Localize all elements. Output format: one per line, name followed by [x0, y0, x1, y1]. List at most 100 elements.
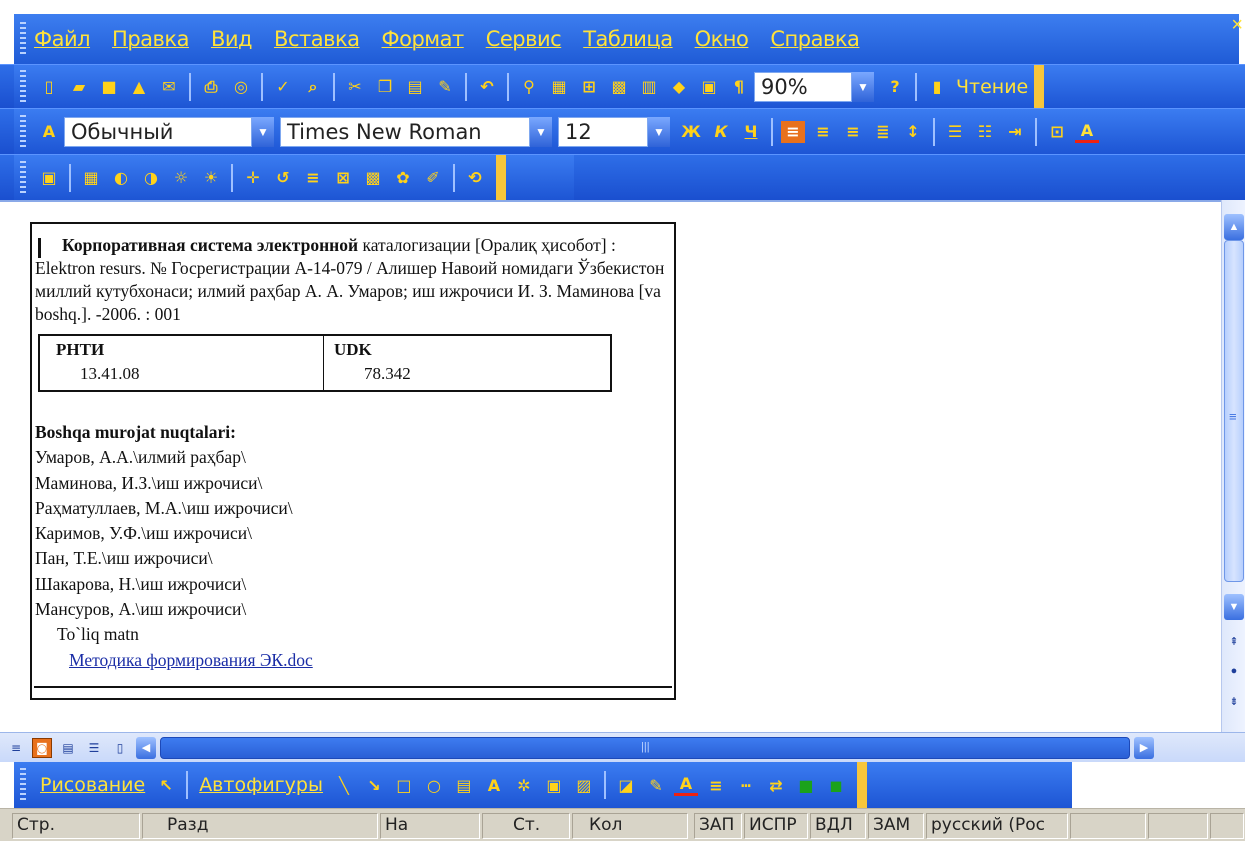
rectangle-icon[interactable]: □ — [392, 774, 416, 796]
line-color-icon[interactable]: ✎ — [644, 774, 668, 796]
contrast-more-icon[interactable]: ◐ — [109, 167, 133, 189]
menu-help[interactable]: Справка — [770, 27, 860, 51]
font-color-icon[interactable]: A — [1075, 121, 1099, 143]
scroll-left-icon[interactable]: ◀ — [136, 736, 156, 759]
diagram-icon[interactable]: ✲ — [512, 774, 536, 796]
copy-icon[interactable]: ❐ — [373, 76, 397, 98]
font-size-dropdown-chevron-icon[interactable]: ▼ — [648, 116, 670, 147]
horizontal-scroll-thumb[interactable] — [160, 736, 1130, 759]
brightness-less-icon[interactable]: ☀ — [199, 167, 223, 189]
draw-menu-button[interactable]: Рисование — [40, 774, 145, 796]
status-trk[interactable]: ИСПР — [744, 813, 808, 839]
zoom-select[interactable]: 90% — [754, 71, 852, 102]
font-color-icon[interactable]: A — [673, 774, 698, 796]
previous-page-icon[interactable]: ⇞ — [1224, 628, 1244, 654]
font-size-select[interactable]: 12 — [558, 116, 648, 147]
pilcrow-icon[interactable]: ¶ — [727, 76, 751, 98]
drawing-toggle-icon[interactable]: ◆ — [667, 76, 691, 98]
brightness-more-icon[interactable]: ☼ — [169, 167, 193, 189]
format-picture-icon[interactable]: ✿ — [391, 167, 415, 189]
numbering-icon[interactable]: ☰ — [943, 121, 967, 143]
toolbar-options-icon[interactable] — [856, 762, 867, 808]
scroll-right-icon[interactable]: ▶ — [1134, 736, 1154, 759]
cut-icon[interactable]: ✂ — [343, 76, 367, 98]
toolbar-options-icon[interactable] — [496, 154, 506, 201]
styles-pane-icon[interactable]: A — [37, 121, 61, 143]
reading-layout-icon[interactable]: ▯ — [110, 738, 130, 758]
contrast-less-icon[interactable]: ◑ — [139, 167, 163, 189]
open-folder-icon[interactable]: ▰ — [67, 76, 91, 98]
bullets-icon[interactable]: ☷ — [973, 121, 997, 143]
justify-icon[interactable]: ≣ — [871, 121, 895, 143]
print-icon[interactable]: ⎙ — [199, 76, 223, 98]
menu-format[interactable]: Формат — [382, 27, 465, 51]
status-ext[interactable]: ВДЛ — [810, 813, 866, 839]
reset-picture-icon[interactable]: ⟲ — [463, 167, 487, 189]
menu-window[interactable]: Окно — [695, 27, 749, 51]
attachment-link[interactable]: Методика формирования ЭК.doc — [35, 648, 655, 673]
align-center-icon[interactable]: ≡ — [811, 121, 835, 143]
spelling-icon[interactable]: ✓ — [271, 76, 295, 98]
line-icon[interactable]: ╲ — [332, 774, 356, 796]
picture-icon[interactable]: ▣ — [37, 167, 61, 189]
align-right-icon[interactable]: ≡ — [841, 121, 865, 143]
menu-insert[interactable]: Вставка — [274, 27, 360, 51]
undo-icon[interactable]: ↶ — [475, 76, 499, 98]
autoshapes-menu-button[interactable]: Автофигуры — [199, 774, 323, 796]
italic-icon[interactable]: К — [709, 121, 733, 143]
zoom-dropdown-chevron-icon[interactable]: ▼ — [852, 71, 874, 102]
columns-icon[interactable]: ▥ — [637, 76, 661, 98]
crop-icon[interactable]: ✛ — [241, 167, 265, 189]
clip-art-icon[interactable]: ▣ — [542, 774, 566, 796]
print-preview-icon[interactable]: ◎ — [229, 76, 253, 98]
arrow-icon[interactable]: ↘ — [362, 774, 386, 796]
save-icon[interactable]: ■ — [97, 76, 121, 98]
scroll-up-icon[interactable]: ▲ — [1224, 214, 1244, 240]
document-map-icon[interactable]: ▣ — [697, 76, 721, 98]
fill-color-icon[interactable]: ◪ — [614, 774, 638, 796]
outline-view-icon[interactable]: ☰ — [84, 738, 104, 758]
line-style-icon[interactable]: ≡ — [704, 774, 728, 796]
status-rec[interactable]: ЗАП — [694, 813, 742, 839]
dash-style-icon[interactable]: ┅ — [734, 774, 758, 796]
email-icon[interactable]: ✉ — [157, 76, 181, 98]
vertical-scrollbar[interactable]: ▲ ▼ ⇞ ● ⇟ — [1221, 200, 1245, 732]
compress-icon[interactable]: ⊠ — [331, 167, 355, 189]
indent-icon[interactable]: ⇥ — [1003, 121, 1027, 143]
oval-icon[interactable]: ○ — [422, 774, 446, 796]
web-view-icon[interactable]: ◙ — [32, 737, 52, 758]
menu-edit[interactable]: Правка — [112, 27, 189, 51]
select-browse-object-icon[interactable]: ● — [1224, 658, 1244, 684]
status-ovr[interactable]: ЗАМ — [868, 813, 924, 839]
research-icon[interactable]: ⌕ — [301, 76, 325, 98]
text-box-icon[interactable]: ▤ — [452, 774, 476, 796]
bold-icon[interactable]: Ж — [679, 121, 703, 143]
select-objects-icon[interactable]: ↖ — [154, 774, 178, 796]
tables-borders-icon[interactable]: ▦ — [547, 76, 571, 98]
permission-icon[interactable]: ▲ — [127, 76, 151, 98]
help-icon[interactable]: ? — [883, 76, 907, 98]
toolbar-grip[interactable] — [20, 114, 26, 149]
style-select[interactable]: Обычный — [64, 116, 252, 147]
rotate-icon[interactable]: ↺ — [271, 167, 295, 189]
next-page-icon[interactable]: ⇟ — [1224, 688, 1244, 714]
hyperlink-icon[interactable]: ⚲ — [517, 76, 541, 98]
new-document-icon[interactable]: ▯ — [37, 76, 61, 98]
read-mode-button[interactable]: Чтение — [956, 76, 1028, 98]
insert-excel-icon[interactable]: ▩ — [607, 76, 631, 98]
scroll-down-icon[interactable]: ▼ — [1224, 594, 1244, 620]
set-transparent-icon[interactable]: ✐ — [421, 167, 445, 189]
align-left-icon[interactable]: ≡ — [781, 120, 805, 143]
toolbar-grip[interactable] — [20, 160, 26, 195]
3d-style-icon[interactable]: ◼ — [824, 774, 848, 796]
underline-icon[interactable]: Ч — [739, 121, 763, 143]
style-dropdown-chevron-icon[interactable]: ▼ — [252, 116, 274, 147]
arrow-style-icon[interactable]: ⇄ — [764, 774, 788, 796]
insert-table-icon[interactable]: ⊞ — [577, 76, 601, 98]
font-select[interactable]: Times New Roman — [280, 116, 530, 147]
toolbar-options-icon[interactable] — [1034, 64, 1045, 109]
line-style-icon[interactable]: ≡ — [301, 167, 325, 189]
close-document-icon[interactable]: × — [1231, 14, 1243, 37]
grid-table-icon[interactable]: ▦ — [79, 167, 103, 189]
paste-icon[interactable]: ▤ — [403, 76, 427, 98]
